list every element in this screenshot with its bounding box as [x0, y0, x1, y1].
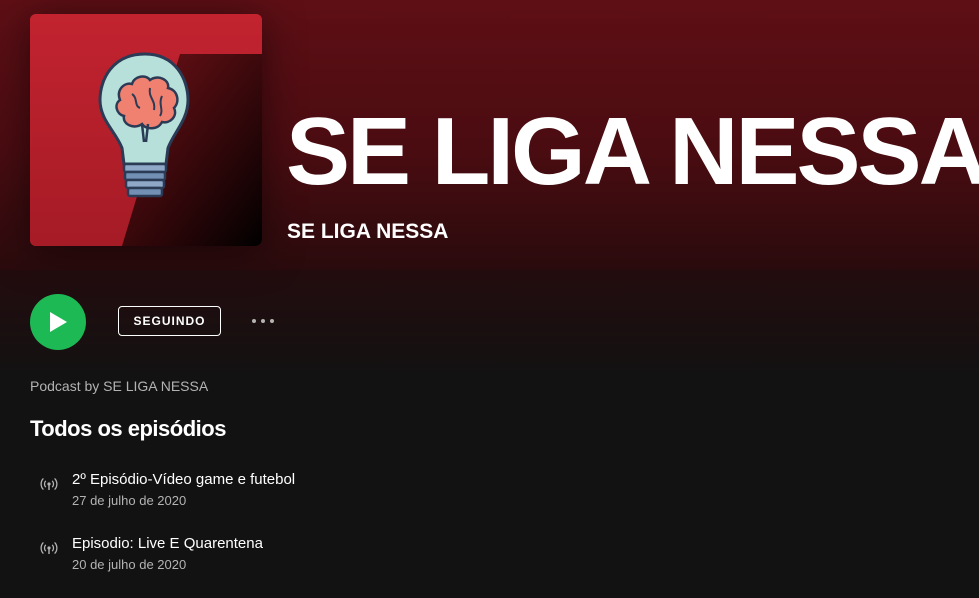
- page-title: SE LIGA NESSA: [286, 98, 979, 205]
- play-icon: [50, 312, 67, 332]
- podcast-broadcast-icon: [40, 541, 58, 555]
- play-button[interactable]: [30, 294, 86, 350]
- more-options-icon: [261, 319, 265, 323]
- podcast-page: SE LIGA NESSA SE LIGA NESSA SEGUINDO Pod…: [0, 0, 979, 598]
- following-button[interactable]: SEGUINDO: [118, 306, 221, 336]
- episodes-section-title: Todos os episódios: [30, 416, 226, 441]
- episode-row[interactable]: Episodio: Live E Quarentena 20 de julho …: [30, 535, 950, 585]
- episode-row[interactable]: 2º Episódio-Vídeo game e futebol 27 de j…: [30, 471, 950, 521]
- podcast-broadcast-icon: [40, 477, 58, 491]
- podcast-cover-art: [30, 14, 262, 246]
- publisher-name[interactable]: SE LIGA NESSA: [287, 220, 448, 244]
- episode-date: 20 de julho de 2020: [72, 557, 187, 572]
- lightbulb-brain-icon: [30, 14, 262, 246]
- episode-date: 27 de julho de 2020: [72, 493, 187, 508]
- episode-title[interactable]: Episodio: Live E Quarentena: [72, 535, 263, 552]
- episode-title[interactable]: 2º Episódio-Vídeo game e futebol: [72, 471, 295, 488]
- more-options-icon: [270, 319, 274, 323]
- more-options-icon: [252, 319, 256, 323]
- podcast-by-text: Podcast by SE LIGA NESSA: [30, 378, 209, 394]
- more-options-button[interactable]: [246, 310, 280, 332]
